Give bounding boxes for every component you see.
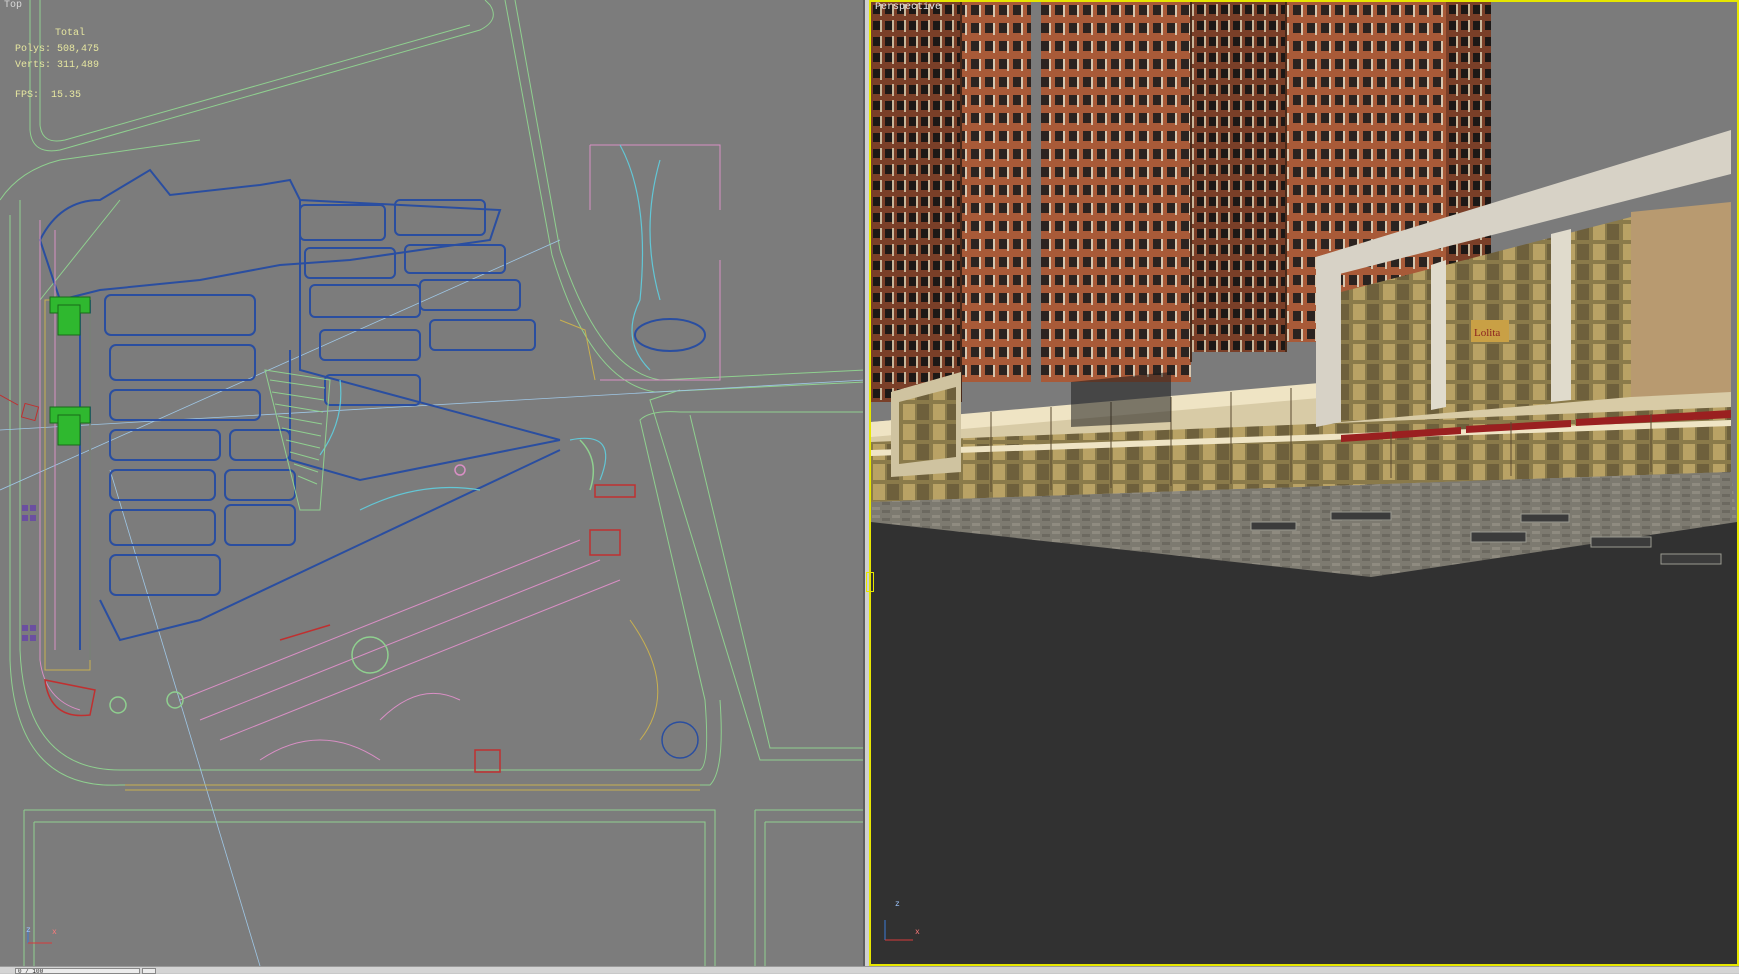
status-bar: 0 / 100 <box>0 966 1739 974</box>
polys-row: Polys: 508,475 <box>15 42 99 58</box>
axis-x-label: x <box>52 928 57 937</box>
fps-row: FPS: 15.35 <box>15 88 99 104</box>
fps-label: FPS: <box>15 90 40 101</box>
3d-modeling-app: Top Total Polys: 508,475 Verts: 311,489 … <box>0 0 1739 974</box>
axis-x-label: x <box>915 928 920 937</box>
top-viewport[interactable]: Top Total Polys: 508,475 Verts: 311,489 … <box>0 0 865 966</box>
axis-z-label: z <box>26 926 31 935</box>
shop-sign: Lolita <box>1474 327 1500 339</box>
fps-value: 15.35 <box>51 90 82 101</box>
perspective-viewport[interactable]: Lolita Perspective z x <box>869 0 1739 966</box>
verts-value: 311,489 <box>57 60 100 71</box>
coordinate-field[interactable]: 0 / 100 <box>15 968 140 974</box>
rendered-street-scene: Lolita <box>871 2 1737 964</box>
site-plan-wireframe <box>0 0 863 966</box>
verts-label: Verts: <box>15 60 52 71</box>
axis-z-label: z <box>895 900 900 909</box>
stats-title: Total <box>55 28 86 39</box>
polys-label: Polys: <box>15 44 52 55</box>
viewport-resize-handle[interactable] <box>866 572 874 592</box>
viewport-label[interactable]: Top <box>4 0 22 11</box>
polys-value: 508,475 <box>57 44 100 55</box>
viewport-label[interactable]: Perspective <box>875 2 941 13</box>
lock-toggle[interactable] <box>142 968 156 974</box>
verts-row: Verts: 311,489 <box>15 58 99 74</box>
statistics-overlay: Total Polys: 508,475 Verts: 311,489 FPS:… <box>15 26 99 104</box>
